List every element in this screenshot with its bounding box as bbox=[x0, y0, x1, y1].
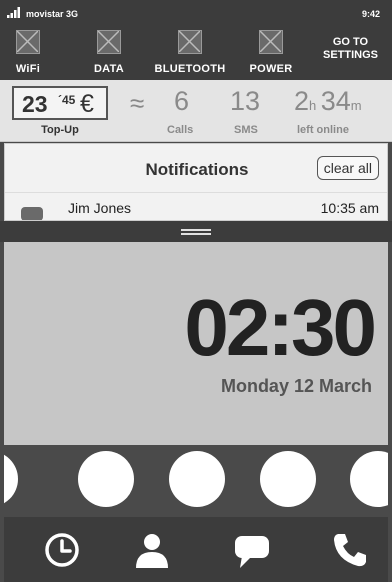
bluetooth-placeholder-icon bbox=[178, 30, 202, 54]
settings-line1: GO TO bbox=[332, 36, 369, 48]
notification-time: 10:35 am bbox=[320, 200, 379, 216]
carrier-label: movistar 3G bbox=[26, 9, 79, 19]
settings-line2: SETTINGS bbox=[322, 49, 378, 61]
online-hours: 2 bbox=[294, 86, 310, 116]
online-label: left online bbox=[297, 124, 349, 136]
notification-sender: Jim Jones bbox=[68, 200, 132, 216]
toggle-power[interactable]: POWER bbox=[248, 30, 294, 77]
clear-all-button[interactable]: clear all bbox=[316, 156, 379, 180]
online-minutes-unit: m bbox=[350, 98, 362, 113]
clock-date: Monday 12 March bbox=[220, 376, 372, 396]
clock-icon[interactable] bbox=[42, 530, 82, 570]
dock bbox=[4, 517, 388, 582]
calls-value: 6 bbox=[174, 86, 190, 116]
toggle-bluetooth-label: BLUETOOTH bbox=[154, 63, 226, 75]
shortcut-circle[interactable] bbox=[4, 451, 18, 507]
topup-decimal: ´45 bbox=[58, 93, 76, 107]
notification-item[interactable]: Jim Jones 10:35 am bbox=[5, 193, 387, 220]
online-minutes: 34 bbox=[320, 86, 351, 116]
wifi-placeholder-icon bbox=[16, 30, 40, 54]
status-bar: movistar 3G 9:42 bbox=[0, 0, 392, 24]
toggle-data-label: DATA bbox=[93, 63, 125, 75]
data-placeholder-icon bbox=[97, 30, 121, 54]
drag-handle-bar[interactable] bbox=[0, 221, 392, 242]
go-to-settings-button[interactable]: GO TO SETTINGS bbox=[323, 36, 378, 62]
grip-line-icon bbox=[181, 233, 211, 235]
usage-stats: 23 ´45 € Top-Up ≈ 6 Calls 13 SMS 2h 34m … bbox=[0, 80, 392, 142]
toggle-wifi-label: WiFi bbox=[15, 63, 41, 75]
signal-bars-icon bbox=[7, 7, 20, 18]
chat-icon[interactable] bbox=[232, 530, 272, 570]
notifications-panel: Notifications clear all Jim Jones 10:35 … bbox=[4, 143, 388, 221]
topup-integer: 23 bbox=[22, 91, 48, 117]
toggle-bluetooth[interactable]: BLUETOOTH bbox=[152, 30, 228, 77]
approx-symbol: ≈ bbox=[130, 88, 145, 118]
clock-time: 02:30 bbox=[184, 283, 377, 372]
toggle-power-label: POWER bbox=[249, 63, 293, 75]
lockscreen-clock: 02:30 Monday 12 March bbox=[4, 242, 388, 445]
shortcut-circle[interactable] bbox=[78, 451, 134, 507]
shortcut-circle[interactable] bbox=[350, 451, 388, 507]
sms-value: 13 bbox=[230, 86, 261, 116]
topup-label: Top-Up bbox=[41, 124, 79, 136]
phone-icon[interactable] bbox=[330, 530, 370, 570]
message-icon bbox=[21, 207, 43, 220]
topup-balance[interactable]: 23 ´45 € bbox=[12, 86, 108, 120]
phone-screen: movistar 3G 9:42 WiFi DATA BLUETOOTH POW… bbox=[0, 0, 392, 582]
contact-icon[interactable] bbox=[132, 530, 172, 570]
grip-line-icon bbox=[181, 229, 211, 231]
sms-label: SMS bbox=[234, 124, 258, 136]
shortcut-circle[interactable] bbox=[260, 451, 316, 507]
shortcut-circle[interactable] bbox=[169, 451, 225, 507]
online-hours-unit: h bbox=[309, 98, 317, 113]
status-time: 9:42 bbox=[361, 9, 380, 19]
toggle-data[interactable]: DATA bbox=[86, 30, 132, 77]
calls-label: Calls bbox=[167, 124, 194, 136]
quick-toggles: WiFi DATA BLUETOOTH POWER GO TO SETTINGS bbox=[0, 24, 392, 80]
power-placeholder-icon bbox=[259, 30, 283, 54]
toggle-wifi[interactable]: WiFi bbox=[12, 30, 44, 77]
shortcut-carousel bbox=[4, 445, 388, 517]
currency-symbol: € bbox=[80, 90, 94, 118]
online-time-left: 2h 34m bbox=[294, 86, 362, 117]
